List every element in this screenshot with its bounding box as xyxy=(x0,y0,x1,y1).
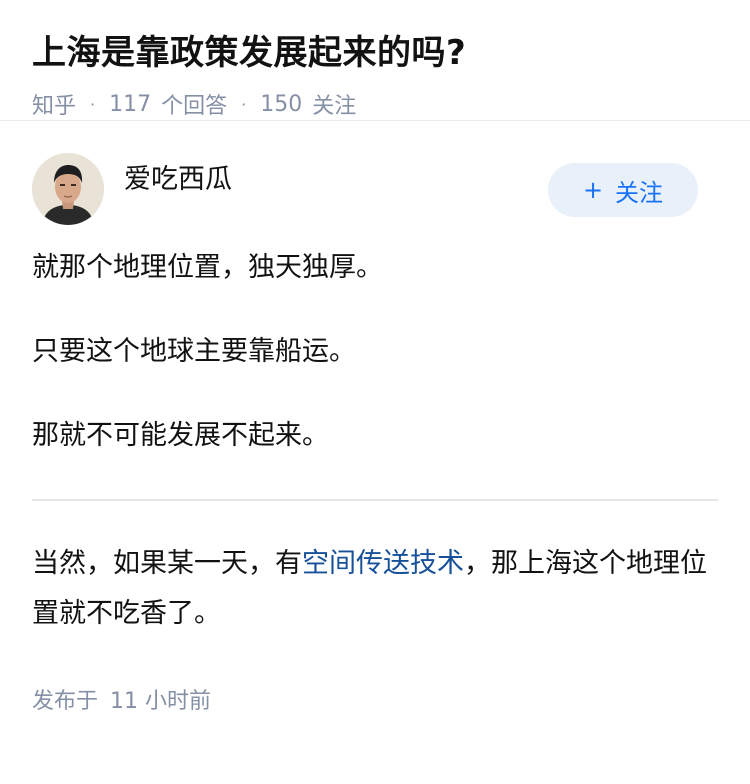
plus-icon: + xyxy=(582,176,604,204)
paragraph-4: 当然，如果某一天，有空间传送技术，那上海这个地理位置就不吃香了。 xyxy=(32,539,718,639)
published-label: 发布于 xyxy=(32,689,99,714)
answer-count: 117 xyxy=(109,91,152,117)
published-time: 11 小时前 xyxy=(110,689,212,714)
paragraph-3: 那就不可能发展不起来。 xyxy=(32,420,329,451)
question-title[interactable]: 上海是靠政策发展起来的吗? xyxy=(32,30,718,76)
answer-card: 爱吃西瓜 + 关注 就那个地理位置，独天独厚。 只要这个地球主要靠船运。 那就不… xyxy=(0,121,750,715)
answer-count-label[interactable]: 个回答 xyxy=(161,88,227,120)
author-row: 爱吃西瓜 + 关注 xyxy=(32,151,718,231)
avatar-portrait-icon xyxy=(32,153,104,225)
space-teleport-link[interactable]: 空间传送技术 xyxy=(302,548,464,579)
meta-separator: · xyxy=(241,94,247,114)
paragraph-4-start: 当然，如果某一天，有 xyxy=(32,548,302,579)
follower-count-label[interactable]: 关注 xyxy=(312,88,356,120)
follower-count: 150 xyxy=(260,91,303,117)
author-name[interactable]: 爱吃西瓜 xyxy=(124,157,232,196)
question-header: 上海是靠政策发展起来的吗? 知乎 · 117 个回答 · 150 关注 xyxy=(0,0,750,121)
follow-label: 关注 xyxy=(615,178,664,207)
follow-button[interactable]: + 关注 xyxy=(548,163,698,217)
answer-content: 就那个地理位置，独天独厚。 只要这个地球主要靠船运。 那就不可能发展不起来。 当… xyxy=(32,247,718,639)
content-divider xyxy=(32,499,718,501)
paragraph-2: 只要这个地球主要靠船运。 xyxy=(32,336,356,367)
answer-footer: 发布于 11 小时前 xyxy=(32,683,718,715)
question-meta: 知乎 · 117 个回答 · 150 关注 xyxy=(32,88,718,120)
meta-separator: · xyxy=(90,94,96,114)
avatar[interactable] xyxy=(32,153,104,225)
source-label[interactable]: 知乎 xyxy=(32,88,76,120)
paragraph-1: 就那个地理位置，独天独厚。 xyxy=(32,252,383,283)
